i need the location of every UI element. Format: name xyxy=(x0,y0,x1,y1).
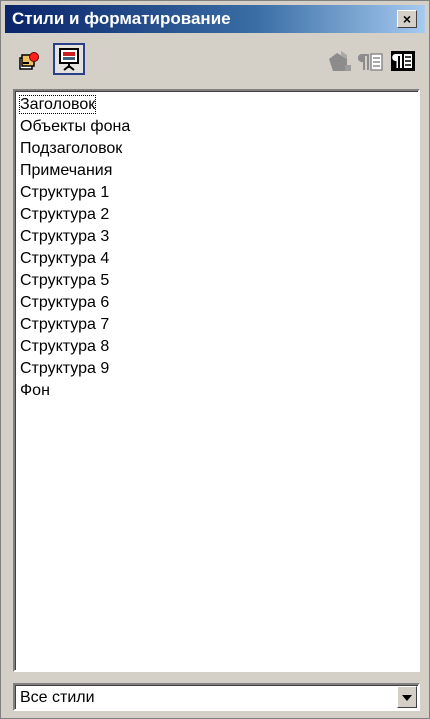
style-list-item[interactable]: Заголовок xyxy=(15,94,418,116)
chevron-down-icon xyxy=(402,695,412,701)
style-list-item[interactable]: Фон xyxy=(15,380,418,402)
title-bar[interactable]: Стили и форматирование × xyxy=(5,5,425,33)
style-list-item[interactable]: Примечания xyxy=(15,160,418,182)
fill-format-mode-button[interactable] xyxy=(323,45,355,77)
presentation-styles-button[interactable] xyxy=(53,43,85,75)
styles-and-formatting-window: Стили и форматирование × Заголовок Объек… xyxy=(0,0,430,719)
style-filter-select[interactable]: Все стили xyxy=(13,683,420,711)
update-style-button[interactable] xyxy=(387,45,419,77)
style-list-item[interactable]: Структура 2 xyxy=(15,204,418,226)
style-filter-value: Все стили xyxy=(20,689,95,706)
style-filter-dropdown-button[interactable] xyxy=(397,686,417,708)
style-list-item[interactable]: Структура 1 xyxy=(15,182,418,204)
style-list[interactable]: Заголовок Объекты фона Подзаголовок Прим… xyxy=(13,89,420,672)
style-list-item[interactable]: Структура 7 xyxy=(15,314,418,336)
paragraph-styles-button[interactable] xyxy=(13,45,45,77)
style-list-item[interactable]: Структура 3 xyxy=(15,226,418,248)
new-style-from-selection-button[interactable] xyxy=(355,45,387,77)
new-style-from-selection-icon xyxy=(357,53,383,71)
toolbar xyxy=(5,37,425,85)
style-list-item[interactable]: Подзаголовок xyxy=(15,138,418,160)
presentation-styles-icon xyxy=(59,48,79,71)
style-list-item[interactable]: Структура 5 xyxy=(15,270,418,292)
update-style-icon xyxy=(391,51,415,71)
style-list-item[interactable]: Структура 6 xyxy=(15,292,418,314)
close-icon: × xyxy=(402,11,412,27)
style-list-item[interactable]: Структура 8 xyxy=(15,336,418,358)
style-list-item[interactable]: Объекты фона xyxy=(15,116,418,138)
window-title: Стили и форматирование xyxy=(12,9,231,28)
style-list-item[interactable]: Структура 4 xyxy=(15,248,418,270)
fill-format-mode-icon xyxy=(329,51,351,71)
style-list-item[interactable]: Структура 9 xyxy=(15,358,418,380)
close-button[interactable]: × xyxy=(397,10,417,28)
paragraph-styles-icon xyxy=(19,52,39,70)
